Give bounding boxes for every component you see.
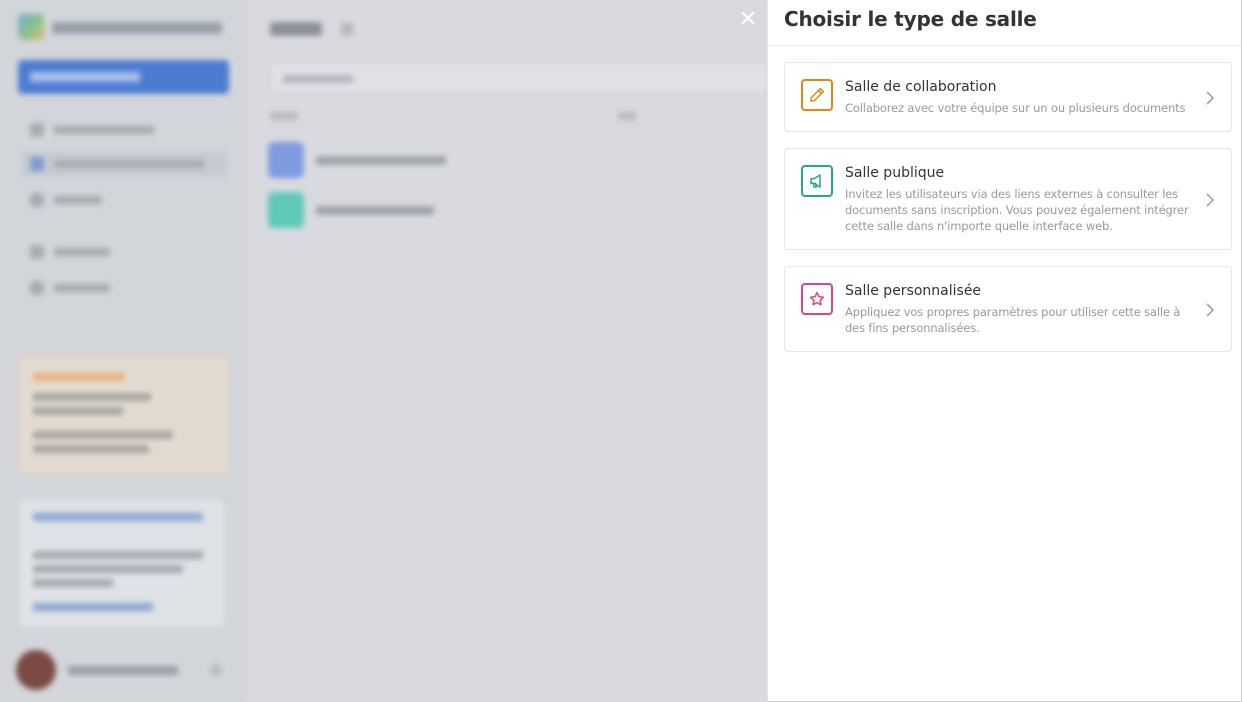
logo-text-placeholder: [52, 22, 222, 34]
room-type-description: Appliquez vos propres paramètres pour ut…: [845, 305, 1181, 335]
background-room-row: [268, 142, 748, 178]
background-nav-item-active: [22, 152, 227, 176]
room-type-title: Salle personnalisée: [845, 283, 982, 299]
room-type-title: Salle publique: [845, 165, 945, 181]
background-user: [14, 648, 232, 692]
background-nav-item: [22, 240, 227, 264]
panel-title: Choisir le type de salle: [784, 7, 1037, 31]
background-nav-item: [22, 188, 227, 212]
room-type-custom[interactable]: Salle personnalisée Appliquez vos propre…: [784, 266, 1232, 352]
background-nav-item: [22, 118, 227, 142]
chevron-right-icon: [1206, 91, 1214, 105]
background-app: [0, 0, 767, 702]
chevron-right-icon: [1206, 193, 1214, 207]
background-main: [248, 0, 767, 702]
close-button[interactable]: ✕: [736, 8, 760, 32]
background-sidebar: [0, 0, 248, 702]
logo-icon: [18, 14, 44, 40]
avatar: [16, 650, 56, 690]
background-room-row: [268, 192, 748, 228]
megaphone-icon: [801, 165, 833, 197]
room-type-public[interactable]: Salle publique Invitez les utilisateurs …: [784, 148, 1232, 250]
background-create-button: [18, 60, 229, 94]
background-info-card: [18, 498, 226, 628]
background-nav-item: [22, 276, 227, 300]
room-type-title: Salle de collaboration: [845, 79, 997, 95]
room-type-collaboration[interactable]: Salle de collaboration Collaborez avec v…: [784, 62, 1232, 132]
close-icon: ✕: [738, 7, 758, 32]
background-logo: [18, 14, 228, 42]
pencil-icon: [801, 79, 833, 111]
chevron-right-icon: [1206, 303, 1214, 317]
room-type-panel: Choisir le type de salle Salle de collab…: [767, 0, 1242, 702]
room-type-description: Invitez les utilisateurs via des liens e…: [845, 187, 1189, 233]
background-promo-card: [18, 356, 230, 474]
star-icon: [801, 283, 833, 315]
panel-header: Choisir le type de salle: [768, 0, 1241, 46]
room-type-description: Collaborez avec votre équipe sur un ou p…: [845, 101, 1186, 115]
